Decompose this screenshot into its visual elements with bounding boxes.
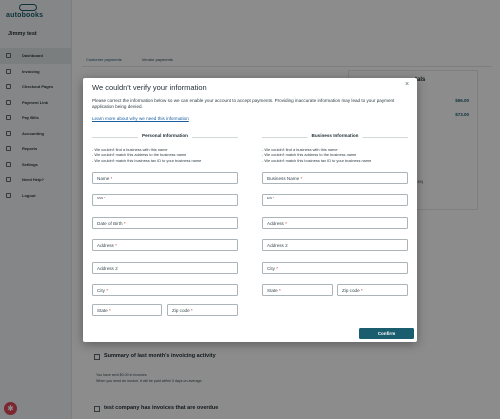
field-label: Address 2	[267, 243, 288, 248]
business-state-field[interactable]: State *	[262, 284, 333, 296]
required-mark: *	[189, 308, 193, 313]
business-address-field[interactable]: Address *	[262, 217, 408, 229]
verify-info-modal: We couldn't verify your information × Pl…	[83, 78, 417, 342]
field-label-text: Name	[97, 176, 110, 181]
field-label-text: Address	[97, 243, 114, 248]
business-name-field[interactable]: Business Name *	[262, 172, 408, 184]
learn-more-link[interactable]: Learn more about why we need this inform…	[92, 116, 189, 121]
field-label: SSN *	[97, 196, 105, 200]
city-field[interactable]: City *	[92, 284, 238, 296]
business-city-field[interactable]: City *	[262, 262, 408, 274]
field-label-text: City	[267, 266, 275, 271]
required-mark: *	[109, 176, 113, 181]
state-field[interactable]: State *	[92, 304, 162, 316]
required-mark: *	[283, 221, 287, 226]
field-label: Zip code *	[172, 308, 193, 313]
field-label-text: State	[97, 308, 108, 313]
address2-field[interactable]: Address 2	[92, 262, 238, 274]
field-label-text: City	[97, 288, 105, 293]
field-label: State *	[97, 308, 111, 313]
field-label-text: Address	[267, 221, 284, 226]
error-list: - We couldn't find a business with this …	[92, 147, 238, 163]
field-label: Address 2	[97, 266, 118, 271]
zip-field[interactable]: Zip code *	[167, 304, 238, 316]
modal-title: We couldn't verify your information	[92, 83, 207, 92]
field-label-text: Zip code	[342, 288, 360, 293]
field-label: Zip code *	[342, 288, 363, 293]
business-info-heading: Business Information	[307, 133, 363, 138]
close-icon[interactable]: ×	[402, 80, 412, 90]
field-label: State *	[267, 288, 281, 293]
address-field[interactable]: Address *	[92, 239, 238, 251]
field-label: Address *	[97, 243, 117, 248]
error-message: - We couldn't match this business tax ID…	[92, 157, 202, 163]
required-mark: *	[113, 243, 117, 248]
required-mark: *	[122, 221, 126, 226]
ein-field[interactable]: EIN *	[262, 194, 408, 206]
name-field[interactable]: Name *	[92, 172, 238, 184]
required-mark: *	[274, 266, 278, 271]
confirm-button[interactable]: Confirm	[359, 328, 414, 339]
field-label-text: State	[267, 288, 278, 293]
required-mark: *	[277, 288, 281, 293]
field-label: Address *	[267, 221, 287, 226]
field-label-text: Date of Birth	[97, 221, 123, 226]
required-mark: *	[107, 308, 111, 313]
business-address2-field[interactable]: Address 2	[262, 239, 408, 251]
modal-intro: Please correct the information below so …	[92, 98, 395, 110]
field-label-text: Business Name	[267, 176, 300, 181]
dob-field[interactable]: Date of Birth *	[92, 217, 238, 229]
ssn-field[interactable]: SSN *	[92, 194, 238, 206]
error-message: - We couldn't match this business tax ID…	[262, 157, 372, 163]
required-mark: *	[272, 195, 275, 200]
field-label: Name *	[97, 176, 112, 181]
section-heading: Business Information	[262, 133, 408, 141]
field-label: City *	[267, 266, 278, 271]
field-label-text: Zip code	[172, 308, 190, 313]
error-list: - We couldn't find a business with this …	[262, 147, 408, 163]
section-heading: Personal Information	[92, 133, 238, 141]
field-label: EIN *	[267, 196, 274, 200]
personal-info-column: Personal Information - We couldn't find …	[92, 133, 238, 163]
personal-info-heading: Personal Information	[138, 133, 192, 138]
field-label: Business Name *	[267, 176, 302, 181]
required-mark: *	[359, 288, 363, 293]
required-mark: *	[104, 288, 108, 293]
business-zip-field[interactable]: Zip code *	[337, 284, 408, 296]
required-mark: *	[103, 195, 106, 200]
field-label: City *	[97, 288, 108, 293]
business-info-column: Business Information - We couldn't find …	[262, 133, 408, 163]
required-mark: *	[299, 176, 303, 181]
field-label: Date of Birth *	[97, 221, 126, 226]
